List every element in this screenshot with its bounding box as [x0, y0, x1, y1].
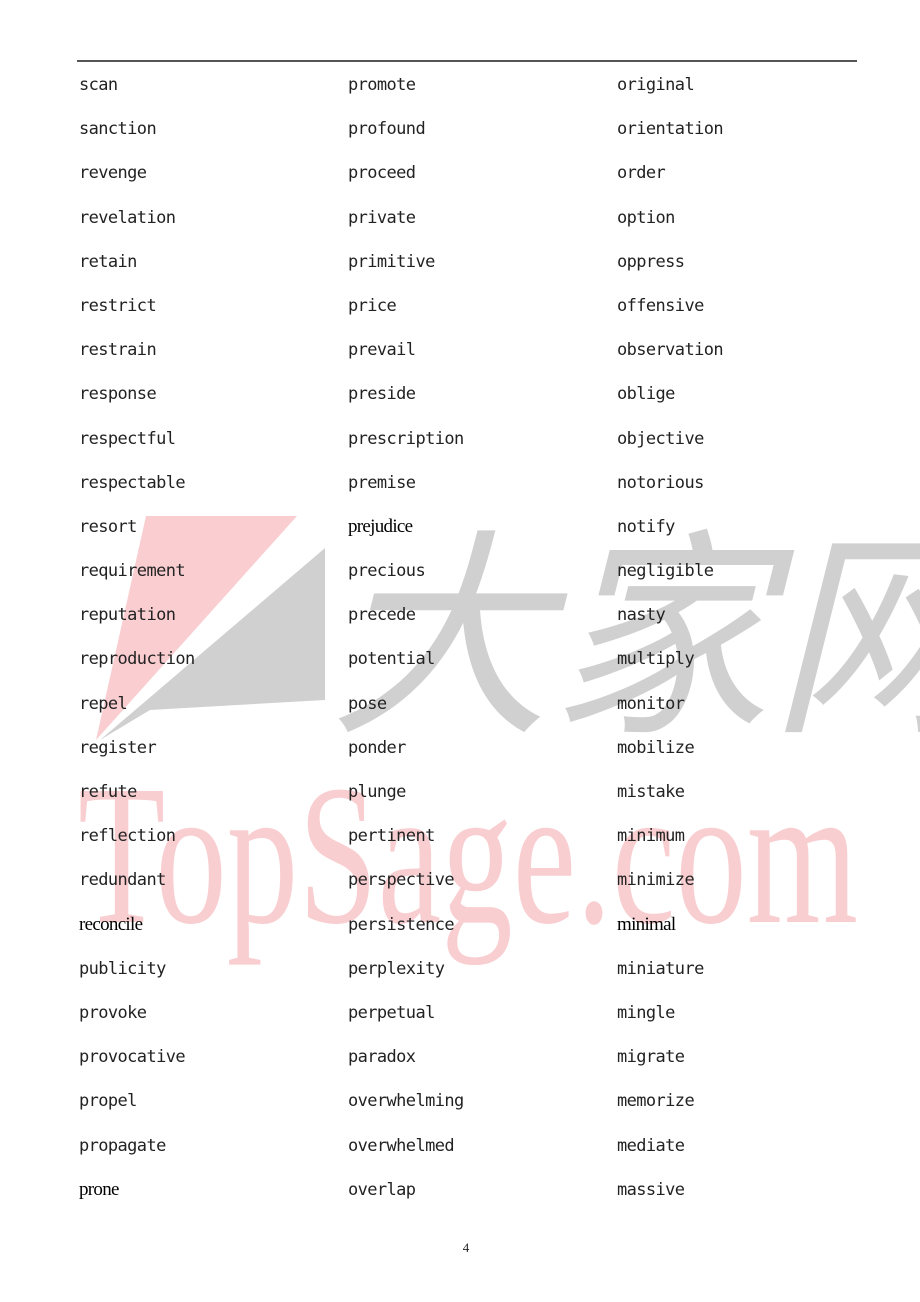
word-item: objective [617, 428, 704, 449]
word-item: revenge [79, 163, 147, 184]
word-item: preside [348, 384, 416, 405]
word-item: perpetual [348, 1002, 435, 1023]
word-item: proceed [348, 163, 416, 184]
word-item: profound [348, 119, 426, 140]
word-item: overwhelmed [348, 1135, 455, 1156]
word-item: publicity [79, 958, 166, 979]
word-item: respectful [79, 428, 176, 449]
word-item: paradox [348, 1047, 416, 1068]
word-item: miniature [617, 958, 704, 979]
word-item: promote [348, 75, 416, 95]
word-item: migrate [617, 1047, 685, 1068]
word-item: observation [617, 340, 724, 361]
word-item: reflection [79, 826, 176, 847]
header-rule [77, 60, 857, 62]
word-item: prejudice [348, 515, 413, 537]
word-item: requirement [79, 561, 186, 582]
word-item: scan [79, 75, 118, 95]
word-item: precede [348, 605, 416, 626]
word-item: reconcile [79, 913, 143, 935]
word-item: perspective [348, 870, 455, 891]
word-item: primitive [348, 251, 435, 272]
word-item: propagate [79, 1135, 166, 1156]
word-item: resort [79, 516, 137, 537]
word-item: minimum [617, 826, 685, 847]
word-item: overlap [348, 1179, 416, 1200]
word-item: original [617, 75, 695, 95]
word-item: refute [79, 782, 137, 802]
watermark-latin-text: TopSage.com [78, 745, 858, 966]
word-item: propel [79, 1091, 137, 1112]
word-item: provoke [79, 1002, 147, 1023]
word-item: multiply [617, 649, 695, 670]
word-item: precious [348, 561, 426, 582]
word-item: orientation [617, 119, 724, 140]
word-item: respectable [79, 472, 186, 493]
word-item: mediate [617, 1135, 685, 1156]
word-item: monitor [617, 693, 685, 714]
word-item: retain [79, 251, 137, 272]
word-item: oblige [617, 384, 675, 405]
word-item: nasty [617, 605, 666, 626]
word-item: mingle [617, 1002, 675, 1023]
word-item: reputation [79, 605, 176, 626]
word-item: pose [348, 693, 387, 714]
word-item: ponder [348, 737, 406, 758]
word-item: notify [617, 516, 675, 537]
word-item: negligible [617, 561, 714, 582]
word-item: private [348, 207, 416, 228]
word-column-1: scan sanction revenge revelation retain restr… [79, 70, 195, 1219]
word-item: option [617, 207, 675, 228]
word-column-2: promote profound proceed private primitive pr… [348, 70, 464, 1219]
word-item: notorious [617, 472, 704, 493]
word-item: prescription [348, 428, 464, 449]
word-item: mobilize [617, 737, 695, 758]
word-item: memorize [617, 1091, 695, 1112]
word-item: persistence [348, 914, 455, 935]
word-item: pertinent [348, 826, 435, 847]
word-item: redundant [79, 870, 166, 891]
word-item: offensive [617, 295, 704, 316]
word-item: order [617, 163, 666, 184]
word-item: restrict [79, 295, 157, 316]
word-item: potential [348, 649, 435, 670]
page-number: 4 [462, 1240, 470, 1255]
word-item: sanction [79, 119, 157, 140]
word-item: provocative [79, 1047, 186, 1068]
word-item: repel [79, 693, 128, 714]
word-item: restrain [79, 340, 157, 361]
word-item: reproduction [79, 649, 195, 670]
word-item: revelation [79, 207, 176, 228]
word-item: prevail [348, 340, 416, 361]
word-item: prone [79, 1178, 119, 1200]
word-item: register [79, 737, 157, 758]
word-item: massive [617, 1179, 685, 1200]
word-item: minimize [617, 870, 695, 891]
word-item: plunge [348, 782, 406, 802]
word-column-3: original orientation order option oppress off… [617, 70, 724, 1219]
word-item: perplexity [348, 958, 445, 979]
word-item: price [348, 295, 397, 316]
word-item: response [79, 384, 157, 405]
word-item: minimal [617, 913, 676, 935]
word-item: overwhelming [348, 1091, 464, 1112]
word-item: mistake [617, 782, 685, 802]
word-item: oppress [617, 251, 685, 272]
word-item: premise [348, 472, 416, 493]
